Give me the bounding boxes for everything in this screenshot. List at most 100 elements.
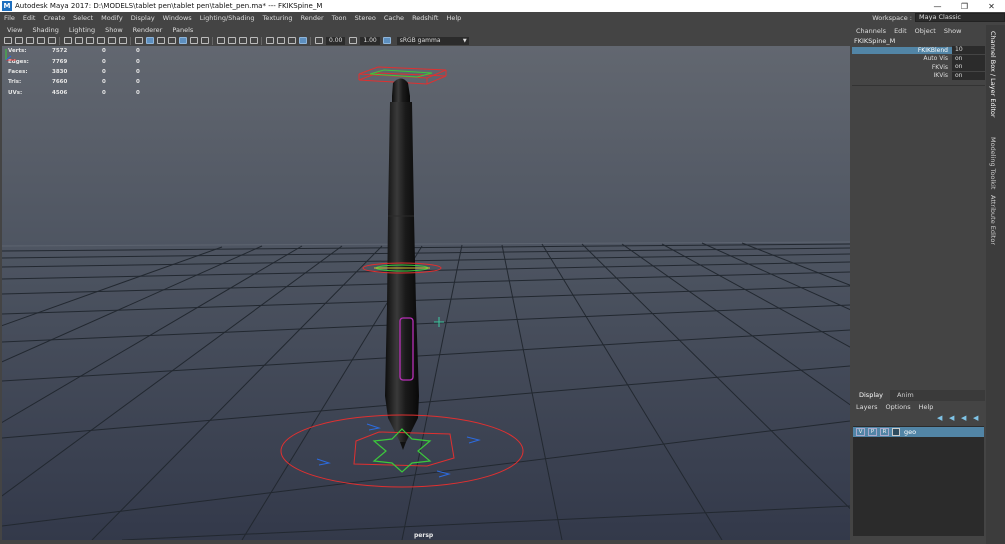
gamma-field[interactable]: 1.00 <box>360 36 380 45</box>
menu-windows[interactable]: Windows <box>159 14 196 22</box>
select-camera-icon[interactable] <box>3 37 12 44</box>
tablet-pen-mesh[interactable] <box>385 78 419 451</box>
side-tab-strip: Channel Box / Layer Editor Modeling Tool… <box>986 25 1005 544</box>
close-icon[interactable]: ✕ <box>978 0 1005 12</box>
channel-attr-value[interactable]: on <box>952 63 985 72</box>
xray-icon[interactable] <box>276 37 285 44</box>
layer-menu-help[interactable]: Help <box>915 403 938 411</box>
color-management-icon[interactable] <box>383 37 392 44</box>
layer-visibility-toggle[interactable]: V <box>856 428 865 436</box>
menu-display[interactable]: Display <box>127 14 159 22</box>
channel-attr-name: FKIKBlend <box>852 46 952 54</box>
channel-menu-show[interactable]: Show <box>940 27 966 35</box>
image-plane-icon[interactable] <box>36 37 45 44</box>
channel-menu-channels[interactable]: Channels <box>852 27 890 35</box>
move-layer-up-icon[interactable]: ◀ <box>937 414 946 422</box>
channel-row[interactable]: FKVis on <box>852 63 985 72</box>
menu-file[interactable]: File <box>0 14 19 22</box>
layer-display-type-toggle[interactable]: R <box>880 428 889 436</box>
channel-menu-edit[interactable]: Edit <box>890 27 911 35</box>
window-controls: — ❐ ✕ <box>924 0 1005 12</box>
viewport-menu-show[interactable]: Show <box>100 26 128 34</box>
channel-attr-name: IKVis <box>933 72 948 80</box>
field-chart-icon[interactable] <box>107 37 116 44</box>
spine-ring-control[interactable] <box>362 262 442 274</box>
viewport-menu-lighting[interactable]: Lighting <box>64 26 100 34</box>
viewport-menu-shading[interactable]: Shading <box>27 26 63 34</box>
tab-modeling-toolkit[interactable]: Modeling Toolkit <box>989 137 997 189</box>
workspace-dropdown[interactable]: Maya Classic <box>915 13 1005 22</box>
layer-menu-options[interactable]: Options <box>882 403 915 411</box>
gate-mask-icon[interactable] <box>96 37 105 44</box>
layer-color-swatch[interactable] <box>892 428 900 436</box>
motion-blur-icon[interactable] <box>227 37 236 44</box>
menu-stereo[interactable]: Stereo <box>351 14 380 22</box>
grease-pencil-icon[interactable] <box>47 37 56 44</box>
viewport-menu-panels[interactable]: Panels <box>167 26 198 34</box>
restore-icon[interactable]: ❐ <box>951 0 978 12</box>
menu-modify[interactable]: Modify <box>97 14 127 22</box>
menu-create[interactable]: Create <box>39 14 69 22</box>
xray-joints-icon[interactable] <box>287 37 296 44</box>
layer-playback-toggle[interactable]: P <box>868 428 877 436</box>
wireframe-on-shaded-icon[interactable] <box>167 37 176 44</box>
depth-of-field-icon[interactable] <box>249 37 258 44</box>
grid-icon[interactable] <box>63 37 72 44</box>
viewport-menu-renderer[interactable]: Renderer <box>128 26 168 34</box>
hud-value: 0 <box>102 79 106 86</box>
channel-row[interactable]: FKIKBlend 10 <box>852 46 985 55</box>
new-layer-icon[interactable]: ◀ <box>961 414 970 422</box>
channel-row[interactable]: Auto Vis on <box>852 54 985 64</box>
safe-action-icon[interactable] <box>118 37 127 44</box>
menu-toon[interactable]: Toon <box>328 14 351 22</box>
viewport-3d[interactable]: Verts: 7572 0 0 Edges: 7769 0 0 Faces: 3… <box>2 46 850 540</box>
use-all-lights-icon[interactable] <box>189 37 198 44</box>
new-layer-selected-icon[interactable]: ◀ <box>973 414 982 422</box>
menu-render[interactable]: Render <box>297 14 328 22</box>
smooth-shade-icon[interactable] <box>145 37 154 44</box>
view-transform-dropdown[interactable]: sRGB gamma ▼ <box>396 36 469 45</box>
menu-select[interactable]: Select <box>69 14 97 22</box>
layer-name[interactable]: geo <box>904 428 916 436</box>
resolution-gate-icon[interactable] <box>85 37 94 44</box>
wireframe-icon[interactable] <box>134 37 143 44</box>
layer-row[interactable]: V P R geo <box>853 427 984 437</box>
viewport-menu-view[interactable]: View <box>2 26 27 34</box>
gamma-icon[interactable] <box>348 37 357 44</box>
menu-cache[interactable]: Cache <box>380 14 408 22</box>
menu-lighting-shading[interactable]: Lighting/Shading <box>196 14 259 22</box>
chevron-down-icon: ▼ <box>462 37 467 44</box>
poly-count-hud: Verts: 7572 0 0 Edges: 7769 0 0 Faces: 3… <box>8 46 156 98</box>
menu-help[interactable]: Help <box>442 14 465 22</box>
anti-aliasing-icon[interactable] <box>238 37 247 44</box>
menu-redshift[interactable]: Redshift <box>408 14 442 22</box>
tab-display[interactable]: Display <box>852 390 890 401</box>
shadows-icon[interactable] <box>200 37 209 44</box>
hud-value: 0 <box>136 58 140 65</box>
hud-row-verts: Verts: 7572 0 0 <box>8 46 156 56</box>
channel-attr-value[interactable]: 10 <box>952 46 985 55</box>
textured-icon[interactable] <box>178 37 187 44</box>
channel-attr-value[interactable]: on <box>952 54 985 63</box>
exposure-icon[interactable] <box>314 37 323 44</box>
screen-space-ao-icon[interactable] <box>216 37 225 44</box>
move-layer-down-icon[interactable]: ◀ <box>949 414 958 422</box>
minimize-icon[interactable]: — <box>924 0 951 12</box>
tab-anim[interactable]: Anim <box>890 390 921 401</box>
channel-row[interactable]: IKVis on <box>852 71 985 81</box>
exposure-field[interactable]: 0.00 <box>326 36 346 45</box>
camera-attributes-icon[interactable] <box>14 37 23 44</box>
bookmark-icon[interactable] <box>25 37 34 44</box>
menu-edit[interactable]: Edit <box>19 14 40 22</box>
isolate-select-icon[interactable] <box>265 37 274 44</box>
channel-menu-object[interactable]: Object <box>911 27 940 35</box>
film-gate-icon[interactable] <box>74 37 83 44</box>
hud-label: Tris: <box>8 79 22 86</box>
layer-menu-layers[interactable]: Layers <box>852 403 882 411</box>
xray-components-icon[interactable] <box>298 37 307 44</box>
tab-channel-box-layer-editor[interactable]: Channel Box / Layer Editor <box>989 31 997 118</box>
use-default-material-icon[interactable] <box>156 37 165 44</box>
channel-attr-value[interactable]: on <box>952 71 985 80</box>
menu-texturing[interactable]: Texturing <box>259 14 297 22</box>
tab-attribute-editor[interactable]: Attribute Editor <box>989 195 997 245</box>
